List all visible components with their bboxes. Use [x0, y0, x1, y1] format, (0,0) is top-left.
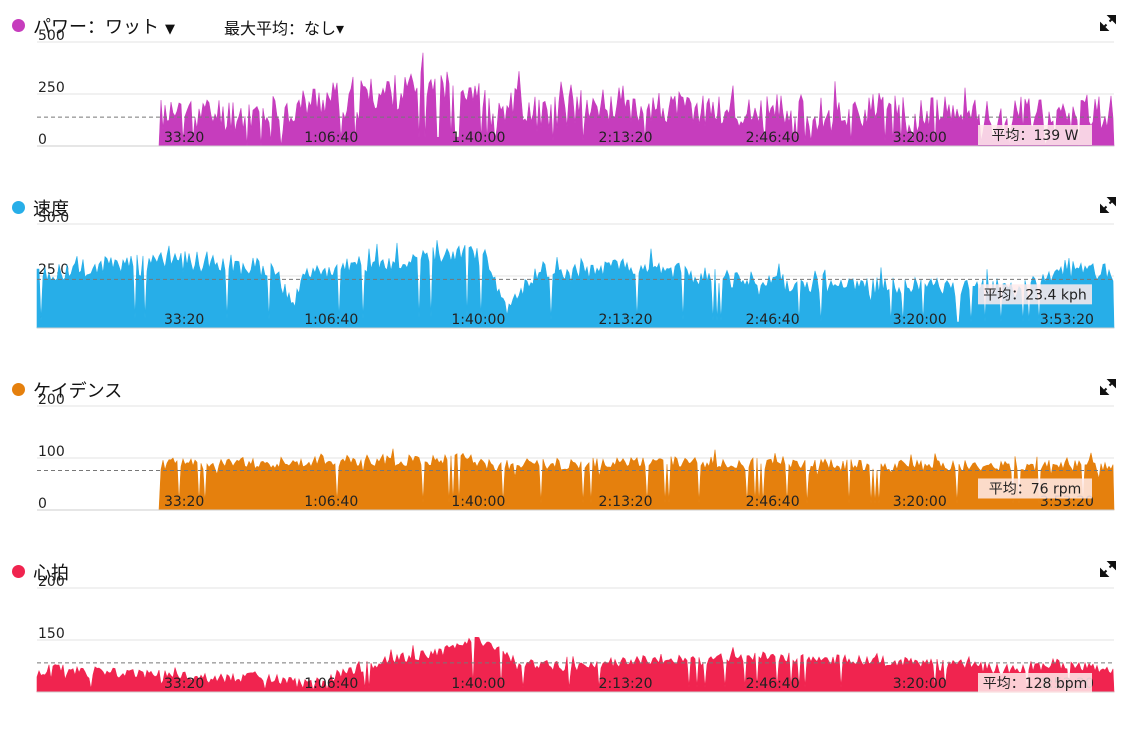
speed-x-tick: 3:53:20: [1040, 312, 1094, 328]
power-chart: 5002500 33:20 1:06:40 1:40:00 2:13:20 2:46:40…: [37, 28, 1115, 148]
power-y-tick: 500: [38, 28, 65, 44]
heart-rate-legend-dot: [12, 565, 25, 578]
cadence-x-tick: 2:46:40: [746, 494, 800, 510]
heart-rate-panel: 心拍 20015010033:201:06:401:40:002:13:202:…: [0, 558, 1122, 738]
speed-legend-dot: [12, 201, 25, 214]
cadence-x-tick: 2:13:20: [599, 494, 653, 510]
cadence-panel: ケイデンス 200 100 0 33:20 1:06:40 1:40:00 2:13:20 2…: [0, 376, 1122, 556]
heart-rate-x-tick: 2:13:20: [599, 676, 653, 692]
power-x-tick: 2:13:20: [599, 130, 653, 146]
speed-y-tick: 50.0: [38, 210, 69, 226]
power-x-tick: 1:06:40: [304, 130, 358, 146]
cadence-x-tick: 1:06:40: [304, 494, 358, 510]
expand-icon[interactable]: [1099, 378, 1117, 396]
power-panel: パワー：ワット ▼ 最大平均：なし▾ 500 250 0 33:20 1:06:40 1:4…: [0, 12, 1122, 192]
heart-rate-chart: 20015010033:201:06:401:40:002:13:202:46:…: [36, 574, 1115, 694]
cadence-y-tick: 200: [38, 392, 65, 408]
cadence-x-tick: 1:40:00: [451, 494, 505, 510]
speed-y-tick: 25.0: [38, 262, 69, 278]
speed-x-tick: 1:06:40: [304, 312, 358, 328]
power-x-tick: 1:40:00: [451, 130, 505, 146]
power-average-label: 平均：139 W: [991, 128, 1078, 144]
expand-icon[interactable]: [1099, 14, 1117, 32]
speed-chart: 50.025.00.033:201:06:401:40:002:13:202:4…: [36, 210, 1115, 330]
power-caret-icon: ▼: [165, 22, 175, 37]
speed-panel: 速度 50.025.00.033:201:06:401:40:002:13:20…: [0, 194, 1122, 374]
power-x-tick: 2:46:40: [746, 130, 800, 146]
expand-icon[interactable]: [1099, 196, 1117, 214]
speed-x-tick: 3:20:00: [893, 312, 947, 328]
heart-rate-average-label: 平均：128 bpm: [983, 676, 1088, 692]
speed-x-tick: 2:13:20: [599, 312, 653, 328]
cadence-x-tick: 33:20: [164, 494, 204, 510]
cadence-x-tick: 3:20:00: [893, 494, 947, 510]
heart-rate-x-tick: 3:20:00: [893, 676, 947, 692]
speed-x-tick: 1:40:00: [451, 312, 505, 328]
speed-average-label: 平均：23.4 kph: [983, 287, 1087, 303]
power-x-tick: 3:20:00: [893, 130, 947, 146]
cadence-chart: 2001000 33:20 1:06:40 1:40:00 2:13:20 2:46:40…: [37, 392, 1115, 512]
cadence-y-tick: 100: [38, 444, 65, 460]
heart-rate-x-tick: 1:40:00: [451, 676, 505, 692]
heart-rate-y-tick: 200: [38, 574, 65, 590]
power-y-tick: 250: [38, 80, 65, 96]
heart-rate-x-tick: 2:46:40: [746, 676, 800, 692]
power-legend-dot: [12, 19, 25, 32]
speed-x-tick: 33:20: [164, 312, 204, 328]
power-x-tick: 33:20: [164, 130, 204, 146]
cadence-legend-dot: [12, 383, 25, 396]
speed-x-tick: 2:46:40: [746, 312, 800, 328]
heart-rate-x-tick: 33:20: [164, 676, 204, 692]
heart-rate-x-tick: 1:06:40: [304, 676, 358, 692]
expand-icon[interactable]: [1099, 560, 1117, 578]
heart-rate-y-tick: 150: [38, 626, 65, 642]
cadence-average-label: 平均：76 rpm: [989, 481, 1082, 497]
